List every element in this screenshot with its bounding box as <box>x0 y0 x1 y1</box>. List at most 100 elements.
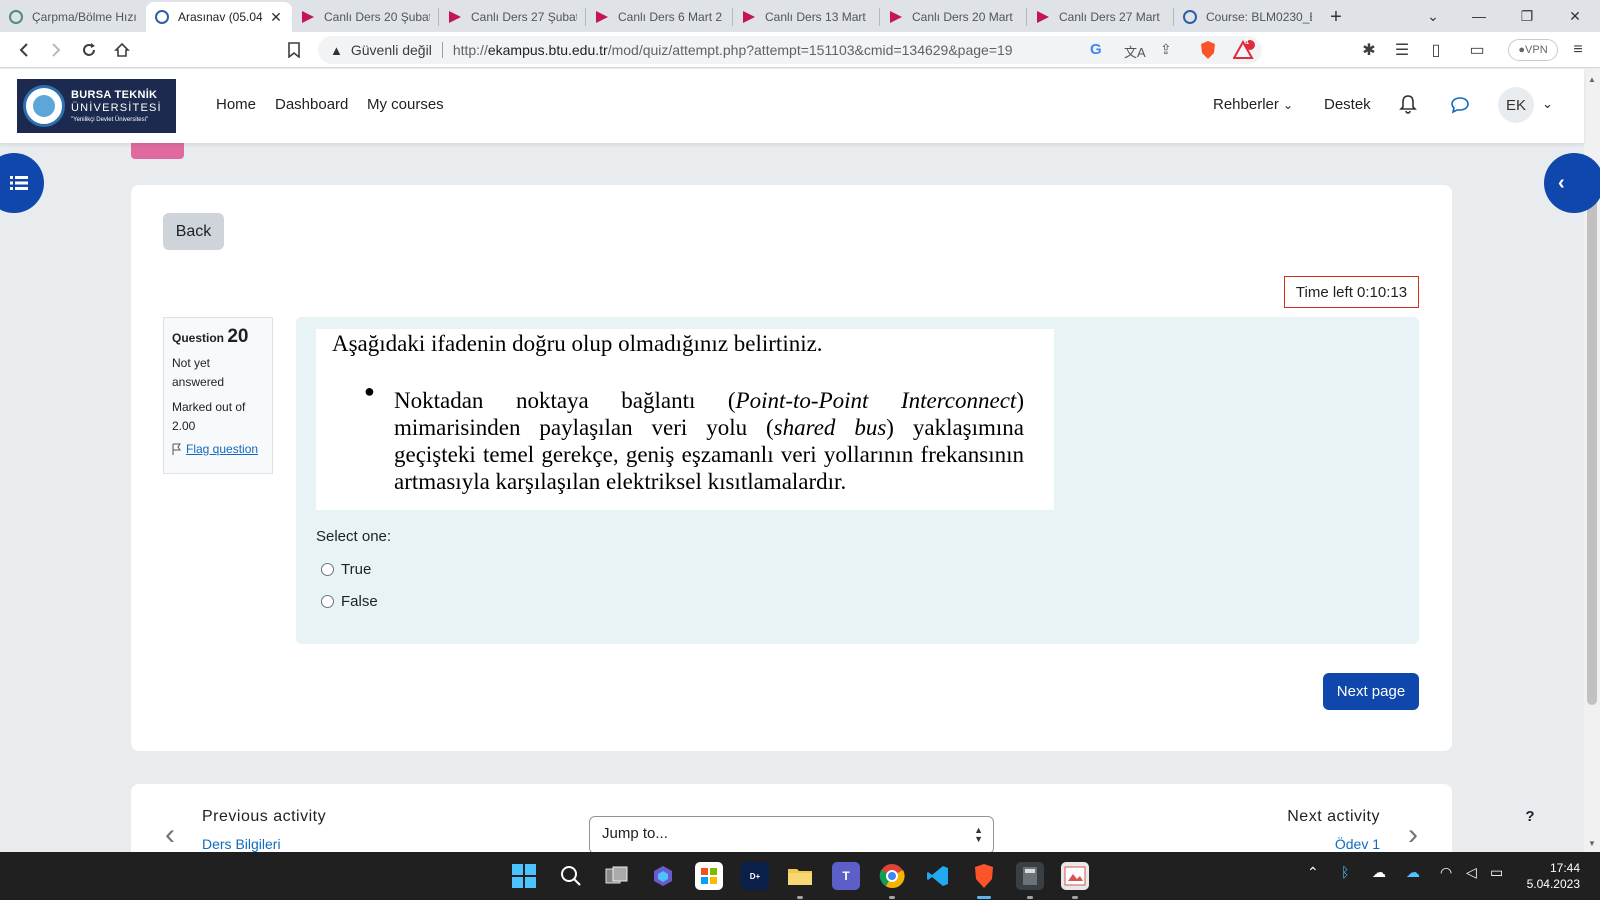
address-bar[interactable]: ▲ Güvenli değil http://ekampus.btu.edu.t… <box>318 36 1262 64</box>
share-icon[interactable]: ⇪ <box>1160 41 1172 58</box>
vpn-button[interactable]: ● VPN <box>1508 39 1558 61</box>
chevron-down-icon: ⌄ <box>1283 98 1294 112</box>
help-button[interactable]: ? <box>1511 797 1549 835</box>
brave-browser-icon[interactable] <box>970 862 998 890</box>
teams-icon[interactable]: T <box>832 862 860 890</box>
onedrive-icon[interactable]: ☁ <box>1406 864 1420 881</box>
bluetooth-icon[interactable]: ᛒ <box>1341 864 1349 880</box>
volume-icon[interactable]: ◁ <box>1466 864 1477 881</box>
playlist-icon[interactable]: ☰ <box>1390 38 1414 62</box>
bookmark-icon[interactable] <box>282 38 306 62</box>
select-one-label: Select one: <box>316 528 392 545</box>
close-tab-icon[interactable]: ✕ <box>268 9 284 26</box>
wallet-icon[interactable]: ▭ <box>1465 38 1489 62</box>
tab-title: Canlı Ders 20 Mart <box>912 10 1013 24</box>
close-window-icon[interactable]: ✕ <box>1552 0 1598 32</box>
course-index-toggle[interactable] <box>0 153 44 213</box>
flag-question[interactable]: Flag question <box>172 442 264 456</box>
guides-menu[interactable]: Rehberler ⌄ <box>1213 96 1293 113</box>
browser-tab[interactable]: Canlı Ders 20 Mart <box>880 2 1026 32</box>
previous-activity-link[interactable]: Ders Bilgileri <box>202 836 281 852</box>
file-explorer-icon[interactable] <box>786 862 814 890</box>
site-logo[interactable]: BURSA TEKNİK ÜNİVERSİTESİ "Yenilikçi Dev… <box>17 79 176 133</box>
bullet-icon: ● <box>364 381 375 401</box>
browser-tab[interactable]: Course: BLM0230_E <box>1174 2 1320 32</box>
brave-rewards-icon[interactable]: 1 <box>1232 37 1256 62</box>
extensions-icon[interactable]: ✱ <box>1357 38 1381 62</box>
store-icon[interactable] <box>695 862 723 890</box>
vscode-icon[interactable] <box>924 862 952 890</box>
user-avatar[interactable]: EK <box>1498 87 1534 123</box>
clock-time: 17:44 <box>1549 861 1580 875</box>
moodle-favicon-icon <box>8 9 24 25</box>
task-view-icon[interactable] <box>603 862 631 890</box>
snipping-tool-icon[interactable] <box>1061 862 1089 890</box>
chevron-left-icon: ‹ <box>1558 171 1565 194</box>
quiz-nav-drawer-toggle[interactable]: ‹ <box>1544 153 1600 213</box>
windows-start-icon[interactable] <box>510 862 538 890</box>
chevron-left-icon[interactable]: ‹ <box>165 818 175 852</box>
restore-icon[interactable]: ❐ <box>1504 0 1550 32</box>
browser-tab[interactable]: Canlı Ders 20 Şubat <box>292 2 438 32</box>
google-lens-icon[interactable]: G <box>1090 41 1102 58</box>
tab-title: Canlı Ders 27 Şubat <box>471 10 577 24</box>
radio-true[interactable] <box>321 563 334 576</box>
browser-tab[interactable]: Canlı Ders 6 Mart 2 <box>586 2 732 32</box>
browser-tab-active[interactable]: Arasınav (05.04 ✕ <box>146 2 292 32</box>
menu-icon[interactable]: ≡ <box>1566 38 1590 62</box>
cloud-error-icon[interactable]: ☁ <box>1372 864 1386 881</box>
answer-option-true[interactable]: True <box>321 561 371 578</box>
messages-icon[interactable] <box>1450 96 1470 119</box>
play-favicon-icon <box>741 9 757 25</box>
battery-icon[interactable]: ▭ <box>1490 864 1503 881</box>
brave-shield-icon[interactable] <box>1196 38 1220 62</box>
minimize-icon[interactable]: — <box>1456 0 1502 32</box>
taskbar-running-indicator <box>797 896 803 899</box>
home-icon[interactable] <box>110 38 134 62</box>
browser-tab[interactable]: Canlı Ders 27 Şubat <box>439 2 585 32</box>
scroll-up-arrow-icon[interactable]: ▲ <box>1588 75 1596 84</box>
search-icon[interactable] <box>557 862 585 890</box>
support-link[interactable]: Destek <box>1324 96 1371 113</box>
new-tab-icon[interactable]: + <box>1320 2 1352 32</box>
question-statement: Noktadan noktaya bağlantı (Point-to-Poin… <box>394 388 1025 494</box>
browser-tab[interactable]: Canlı Ders 27 Mart <box>1027 2 1173 32</box>
jump-to-select[interactable]: Jump to... ▲ ▼ <box>589 816 994 852</box>
tab-search-chevron-icon[interactable]: ⌄ <box>1410 0 1456 32</box>
bell-icon[interactable] <box>1399 94 1417 119</box>
disney-plus-icon[interactable]: D+ <box>741 862 769 890</box>
flag-icon <box>172 443 181 455</box>
scrollbar-thumb[interactable] <box>1587 193 1597 705</box>
nav-my-courses[interactable]: My courses <box>367 96 444 113</box>
warning-triangle-icon: ▲ <box>330 42 343 58</box>
translate-icon[interactable]: 文A <box>1124 42 1146 61</box>
chevron-right-icon[interactable]: › <box>1408 818 1418 852</box>
moodle-favicon-icon <box>154 9 170 25</box>
taskbar-running-indicator <box>889 896 895 899</box>
wifi-icon[interactable]: ◠ <box>1440 864 1452 881</box>
copilot-icon[interactable] <box>649 862 677 890</box>
next-activity-link[interactable]: Ödev 1 <box>1335 836 1380 852</box>
user-menu-chevron-icon[interactable]: ⌄ <box>1542 96 1553 112</box>
next-page-button[interactable]: Next page <box>1323 673 1419 710</box>
radio-false[interactable] <box>321 595 334 608</box>
nav-home[interactable]: Home <box>216 96 256 113</box>
back-arrow-icon[interactable] <box>12 38 36 62</box>
browser-tab[interactable]: Çarpma/Bölme Hızı <box>0 2 146 32</box>
scroll-down-arrow-icon[interactable]: ▼ <box>1588 839 1596 848</box>
back-button[interactable]: Back <box>163 213 224 250</box>
chrome-icon[interactable] <box>878 862 906 890</box>
flag-question-link[interactable]: Flag question <box>186 442 258 456</box>
forward-arrow-icon[interactable] <box>44 38 68 62</box>
question-info: Question 20 Not yet answered Marked out … <box>163 317 273 474</box>
tab-title: Canlı Ders 6 Mart 2 <box>618 10 723 24</box>
nav-dashboard[interactable]: Dashboard <box>275 96 348 113</box>
taskbar-running-indicator <box>1027 896 1033 899</box>
calculator-icon[interactable] <box>1016 862 1044 890</box>
browser-tab[interactable]: Canlı Ders 13 Mart <box>733 2 879 32</box>
sidebar-icon[interactable]: ▯ <box>1424 38 1448 62</box>
reload-icon[interactable] <box>77 38 101 62</box>
answer-option-false[interactable]: False <box>321 593 378 610</box>
tray-overflow-chevron-icon[interactable]: ⌃ <box>1307 864 1319 881</box>
system-clock[interactable]: 17:44 5.04.2023 <box>1520 860 1580 892</box>
